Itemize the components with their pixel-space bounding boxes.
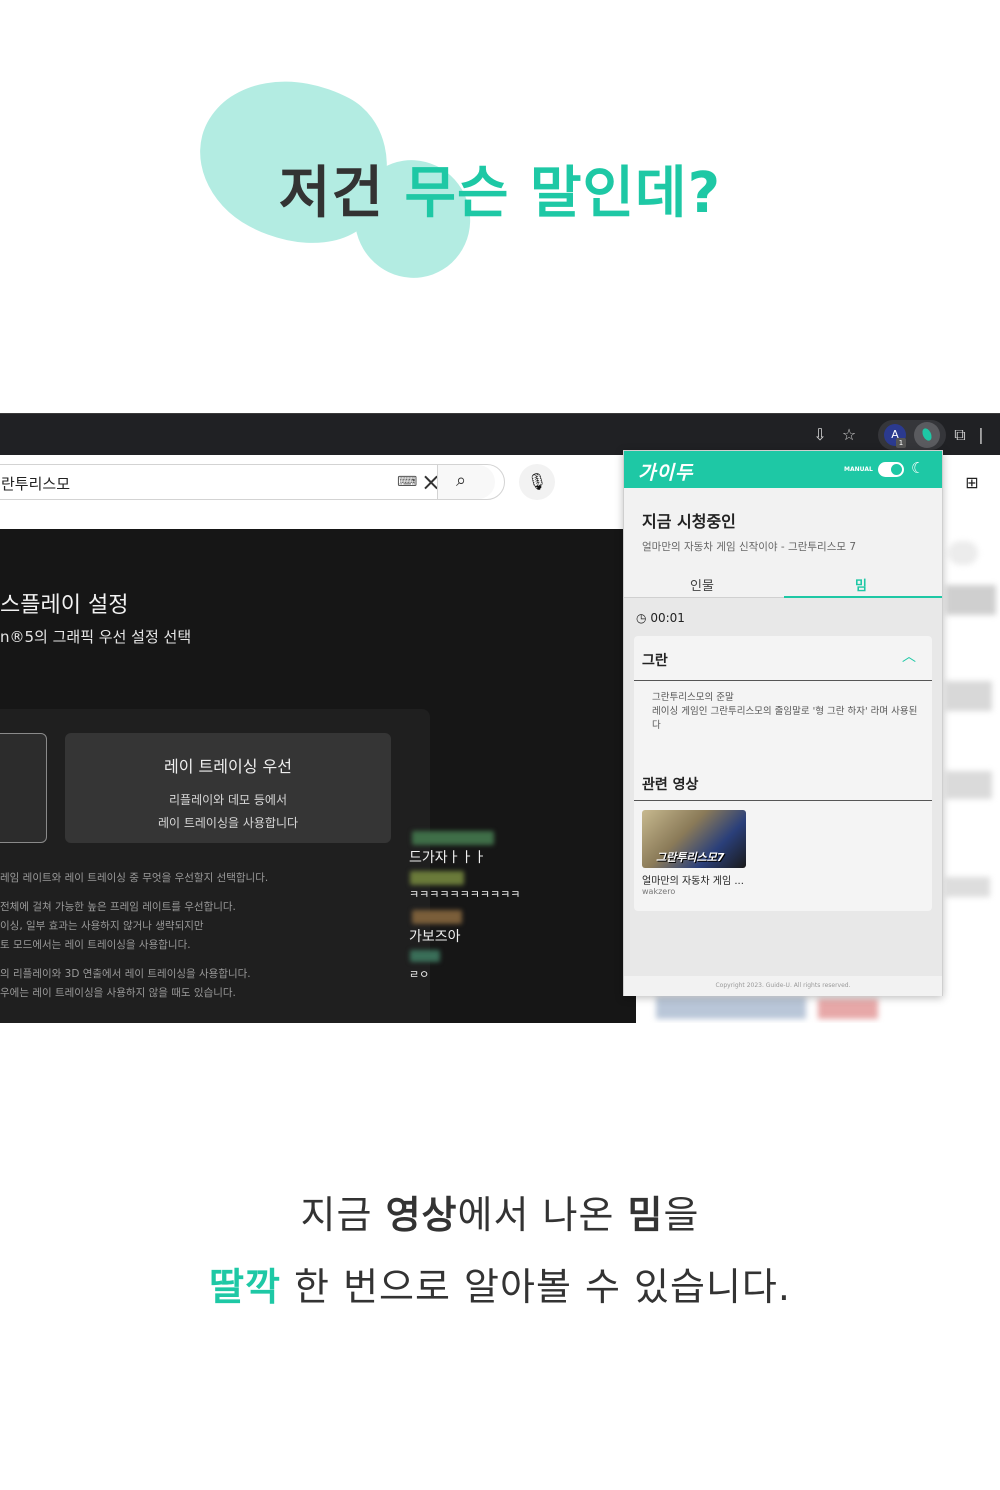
now-watching-section: 지금 시청중인 얼마만의 자동차 게임 신작이야 - 그란투리스모 7 인물 밈 (624, 488, 942, 598)
chat-username-blurred (412, 910, 462, 924)
bookmark-star-icon[interactable]: ☆ (837, 423, 861, 447)
search-input[interactable]: 란투리스모 (1, 473, 70, 494)
menu-divider-icon: | (978, 425, 984, 444)
chat-username-blurred (410, 950, 440, 962)
settings-line: 토 모드에서는 레이 트레이싱을 사용합니다. (0, 939, 191, 951)
timestamp-value: 00:01 (650, 611, 685, 625)
meme-desc-line2: 레이싱 게임인 그란투리스모의 줄임말로 '형 그란 하자' 라며 사용된다 (652, 706, 918, 731)
meme-description: 그란투리스모의 준말 레이싱 게임인 그란투리스모의 줄임말로 '형 그란 하자… (652, 691, 922, 733)
bottom-copy-line1: 지금 영상에서 나온 밈을 (0, 1184, 1000, 1239)
thumbnail-text: 그란투리스모7 (656, 851, 725, 864)
divider (634, 800, 932, 801)
browser-toolbar: ⇩ ☆ A 1 ⧉ | (0, 413, 1000, 455)
chevron-up-icon[interactable]: ︿ (902, 646, 916, 666)
headline-part2: 무슨 말인데? (404, 161, 722, 226)
option-title: 레이 트레이싱 우선 (164, 757, 292, 776)
copy-word-bold: 밈 (627, 1193, 664, 1237)
tab-meme[interactable]: 밈 (855, 575, 867, 594)
popup-header: 가이두 MANUAL ☾ (624, 451, 942, 488)
copy-word: 한 번으로 알아볼 수 있습니다. (294, 1265, 791, 1309)
install-app-icon[interactable]: ⇩ (808, 423, 832, 447)
blurred-sidebar-item (946, 585, 996, 615)
chat-message: 드가자ㅏㅏㅏ (409, 850, 487, 866)
chat-username-blurred (412, 831, 494, 845)
search-button[interactable]: ⌕ (437, 465, 495, 499)
dark-mode-moon-icon[interactable]: ☾ (911, 459, 924, 477)
blurred-bottom-item (818, 999, 878, 1019)
create-video-icon[interactable]: ⊞ (960, 471, 984, 495)
chat-message: 가보즈아 (409, 929, 461, 945)
guideu-extension-icon[interactable] (914, 422, 940, 448)
option-card-raytracing[interactable]: 레이 트레이싱 우선 리플레이와 데모 등에서 레이 트레이싱을 사용합니다 (65, 733, 391, 843)
blurred-chip (948, 541, 978, 565)
blurred-sidebar-item (946, 877, 990, 897)
browser-screenshot: ⇩ ☆ A 1 ⧉ | 란투리스모 ⌨ × ⌕ 🎙 스플레이 설정 n®5의 그… (0, 413, 1000, 1023)
meme-card: 그란 ︿ 그란투리스모의 준말 레이싱 게임인 그란투리스모의 줄임말로 '형 … (634, 636, 932, 911)
video-player[interactable]: 스플레이 설정 n®5의 그래픽 우선 설정 선택 레이 트레이싱 우선 리플레… (0, 529, 636, 1023)
headline: 저건 무슨 말인데? (0, 148, 1000, 229)
related-video-channel: wakzero (642, 887, 676, 896)
related-video-title[interactable]: 얼마만의 자동차 게임 ... (642, 872, 744, 887)
manual-mode-toggle[interactable] (878, 462, 904, 477)
keyboard-icon[interactable]: ⌨ (397, 474, 417, 490)
active-tab-indicator (784, 596, 942, 598)
chat-message: ㅋㅋㅋㅋㅋㅋㅋㅋㅋㅋㅋ (409, 888, 521, 901)
video-settings-title: 스플레이 설정 (0, 593, 129, 618)
popup-footer: Copyright 2023. Guide-U. All rights rese… (624, 976, 942, 996)
extension-badge: 1 (896, 438, 906, 448)
settings-line: 우에는 레이 트레이싱을 사용하지 않을 때도 있습니다. (0, 987, 236, 999)
now-watching-title: 지금 시청중인 (642, 512, 736, 531)
chat-message: ㄹㅇ (409, 968, 430, 981)
guideu-popup: 가이두 MANUAL ☾ 지금 시청중인 얼마만의 자동차 게임 신작이야 - … (623, 450, 943, 996)
mode-label: MANUAL (844, 466, 873, 473)
extensions-puzzle-icon[interactable]: ⧉ (948, 423, 972, 447)
option-desc-2: 레이 트레이싱을 사용합니다 (157, 816, 299, 830)
mic-icon[interactable]: 🎙 (519, 464, 555, 500)
search-icon: ⌕ (456, 470, 467, 491)
headline-part1: 저건 (278, 161, 384, 226)
settings-line: 의 리플레이와 3D 연출에서 레이 트레이싱을 사용합니다. (0, 968, 251, 980)
related-videos-title: 관련 영상 (642, 777, 699, 793)
video-settings-subtitle: n®5의 그래픽 우선 설정 선택 (0, 628, 192, 646)
copy-word: 을 (663, 1193, 700, 1237)
bottom-copy-line2: 딸깍 한 번으로 알아볼 수 있습니다. (0, 1256, 1000, 1311)
settings-line: 전체에 걸쳐 가능한 높은 프레임 레이트를 우선합니다. (0, 901, 236, 913)
option-desc-1: 리플레이와 데모 등에서 (168, 793, 288, 807)
meme-title: 그란 (642, 653, 668, 669)
related-video-thumbnail[interactable]: 그란투리스모7 (642, 810, 746, 868)
option-card-framerate[interactable] (0, 733, 47, 843)
copy-word-bold: 영상 (385, 1193, 458, 1237)
blurred-sidebar-item (946, 771, 992, 799)
current-video-title: 얼마만의 자동차 게임 신작이야 - 그란투리스모 7 (642, 541, 857, 553)
divider (634, 680, 932, 681)
timestamp: ◷ 00:01 (636, 611, 685, 625)
blurred-bottom-item (656, 997, 806, 1019)
settings-line: 레임 레이트와 레이 트레이싱 중 무엇을 우선할지 선택합니다. (0, 872, 269, 884)
meme-desc-line1: 그란투리스모의 준말 (652, 692, 734, 703)
clock-icon: ◷ (636, 611, 647, 625)
copy-word-accent: 딸깍 (209, 1265, 281, 1309)
chat-username-blurred (410, 871, 464, 885)
tab-people[interactable]: 인물 (690, 575, 714, 594)
search-bar[interactable]: 란투리스모 ⌨ × ⌕ (0, 464, 505, 500)
guideu-logo: 가이두 (638, 462, 694, 484)
settings-line: 이싱, 일부 효과는 사용하지 않거나 생략되지만 (0, 920, 204, 932)
blurred-sidebar-item (946, 681, 992, 711)
copy-word: 지금 (300, 1193, 373, 1237)
copy-word: 에서 나온 (457, 1193, 615, 1237)
